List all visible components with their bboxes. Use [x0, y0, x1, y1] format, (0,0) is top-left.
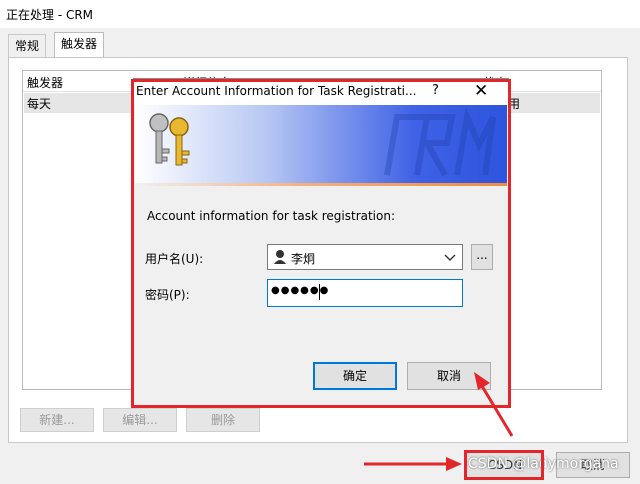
- annotation-arrows: [364, 372, 514, 471]
